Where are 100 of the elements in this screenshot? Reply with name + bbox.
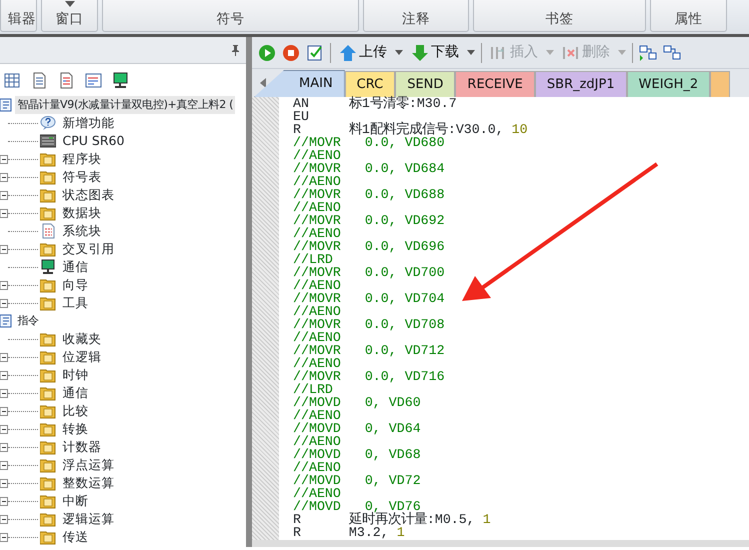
editor-tab[interactable]: RECEIVE	[455, 71, 535, 97]
network-icon[interactable]	[663, 44, 681, 62]
download-button[interactable]: 下载	[409, 42, 461, 63]
run-icon[interactable]	[258, 44, 276, 62]
scroll-left-icon[interactable]	[260, 78, 266, 88]
commented-code-line: //AENO	[292, 305, 342, 318]
tree-item[interactable]: 交叉引用	[62, 240, 114, 258]
tree-item[interactable]: 收藏夹	[62, 330, 102, 348]
down-arrow-icon	[411, 44, 429, 62]
folder-icon	[40, 349, 56, 365]
tree-item[interactable]: 中断	[62, 492, 88, 510]
tree-item[interactable]: 通信	[62, 258, 88, 276]
expand-icon[interactable]	[0, 406, 8, 416]
upload-button[interactable]: 上传	[337, 42, 389, 63]
commented-code-line: //MOVD 0, VD72	[292, 474, 422, 487]
tree-item[interactable]: 向导	[62, 276, 88, 294]
document-icon	[40, 223, 56, 239]
tree-item[interactable]: 智晶计量V9(水减量计量双电控)+真空上料2 (	[15, 96, 236, 114]
tree-item[interactable]: 系统块	[62, 222, 102, 240]
commented-code-line: //MOVR 0.0, VD684	[292, 162, 446, 175]
tree-item[interactable]: CPU SR60	[62, 132, 124, 150]
tree-item[interactable]: 通信	[62, 384, 88, 402]
tree-item[interactable]: 转换	[62, 420, 88, 438]
folder-icon	[40, 187, 56, 203]
code-line: R 延时再次计量:M0.5, 1	[292, 513, 492, 526]
folder-icon	[40, 151, 56, 167]
expand-icon[interactable]	[0, 154, 8, 164]
expand-icon[interactable]	[0, 370, 8, 380]
tree-item[interactable]: 程序块	[62, 150, 102, 168]
expand-icon[interactable]	[0, 514, 8, 524]
monitor-icon	[40, 259, 56, 275]
tree-item[interactable]: 新增功能	[62, 114, 114, 132]
expand-icon[interactable]	[0, 208, 8, 218]
tree-item[interactable]: 比较	[62, 402, 88, 420]
code-line: R 料1配料完成信号:V30.0, 10	[292, 123, 528, 136]
network-icon[interactable]	[639, 44, 657, 62]
expand-icon[interactable]	[0, 532, 8, 542]
document-icon[interactable]	[31, 72, 48, 88]
caret-icon[interactable]	[467, 50, 475, 55]
folder-icon	[40, 367, 56, 383]
tree-item[interactable]: 工具	[62, 294, 88, 312]
tree-item[interactable]: 逻辑运算	[62, 510, 114, 528]
table-icon[interactable]	[4, 72, 21, 88]
expand-icon[interactable]	[0, 352, 8, 362]
commented-code-line: //MOVR 0.0, VD680	[292, 136, 446, 149]
editor-tab[interactable]: SEND	[395, 71, 456, 97]
folder-icon	[40, 457, 56, 473]
folder-icon	[40, 493, 56, 509]
ribbon-group-label: 注释	[363, 0, 469, 32]
expand-icon[interactable]	[0, 298, 8, 308]
checklist-icon[interactable]	[306, 44, 324, 62]
editor-tab[interactable]: WEIGH_2	[626, 71, 710, 97]
form-icon[interactable]	[85, 72, 102, 88]
tree-item[interactable]: 位逻辑	[62, 348, 102, 366]
tree-item[interactable]: 符号表	[62, 168, 102, 186]
expand-icon[interactable]	[0, 172, 8, 182]
editor-tab[interactable]: SBR_zdJP1	[534, 71, 627, 97]
tree-item[interactable]: 状态图表	[62, 186, 114, 204]
commented-code-line: //MOVR 0.0, VD708	[292, 318, 446, 331]
ribbon-group-label: 辑器	[0, 0, 37, 32]
commented-code-line: //LRD	[292, 383, 333, 396]
expand-icon[interactable]	[0, 424, 8, 434]
stop-icon[interactable]	[282, 44, 300, 62]
code-line: EU	[292, 110, 310, 123]
expand-icon[interactable]	[0, 442, 8, 452]
commented-code-line: //AENO	[292, 201, 342, 214]
caret-icon[interactable]	[64, 1, 74, 7]
project-icon	[0, 314, 12, 328]
tree-item[interactable]: 浮点运算	[62, 456, 114, 474]
tree-item[interactable]: 传送	[62, 528, 88, 546]
commented-code-line: //MOVR 0.0, VD696	[292, 240, 446, 253]
horizontal-scrollbar[interactable]	[252, 540, 749, 547]
commented-code-line: //AENO	[292, 331, 342, 344]
expand-icon[interactable]	[0, 388, 8, 398]
tree-item[interactable]: 计数器	[62, 438, 102, 456]
expand-icon[interactable]	[0, 190, 8, 200]
expand-icon[interactable]	[0, 496, 8, 506]
folder-icon	[40, 529, 56, 545]
commented-code-line: //AENO	[292, 435, 342, 448]
expand-icon[interactable]	[0, 478, 8, 488]
tree-item[interactable]: 时钟	[62, 366, 88, 384]
commented-code-line: //MOVD 0, VD64	[292, 422, 422, 435]
code-line: AN 标1号清零:M30.7	[292, 97, 458, 110]
tree-item[interactable]: 整数运算	[62, 474, 114, 492]
ribbon-group-label: 符号	[102, 0, 359, 32]
expand-icon[interactable]	[0, 244, 8, 254]
caret-icon[interactable]	[395, 50, 403, 55]
tree-item[interactable]: 指令	[15, 312, 41, 330]
commented-code-line: //AENO	[292, 279, 342, 292]
editor-tab[interactable]: CRC	[344, 71, 396, 97]
folder-icon	[40, 511, 56, 527]
expand-icon[interactable]	[0, 460, 8, 470]
commented-code-line: //MOVR 0.0, VD700	[292, 266, 446, 279]
tree-item[interactable]: 数据块	[62, 204, 102, 222]
document-icon[interactable]	[58, 72, 75, 88]
folder-icon	[40, 241, 56, 257]
expand-icon[interactable]	[0, 280, 8, 290]
pin-icon[interactable]	[230, 44, 240, 56]
editor-tab[interactable]: MAIN	[254, 70, 345, 97]
monitor-icon[interactable]	[112, 72, 129, 88]
